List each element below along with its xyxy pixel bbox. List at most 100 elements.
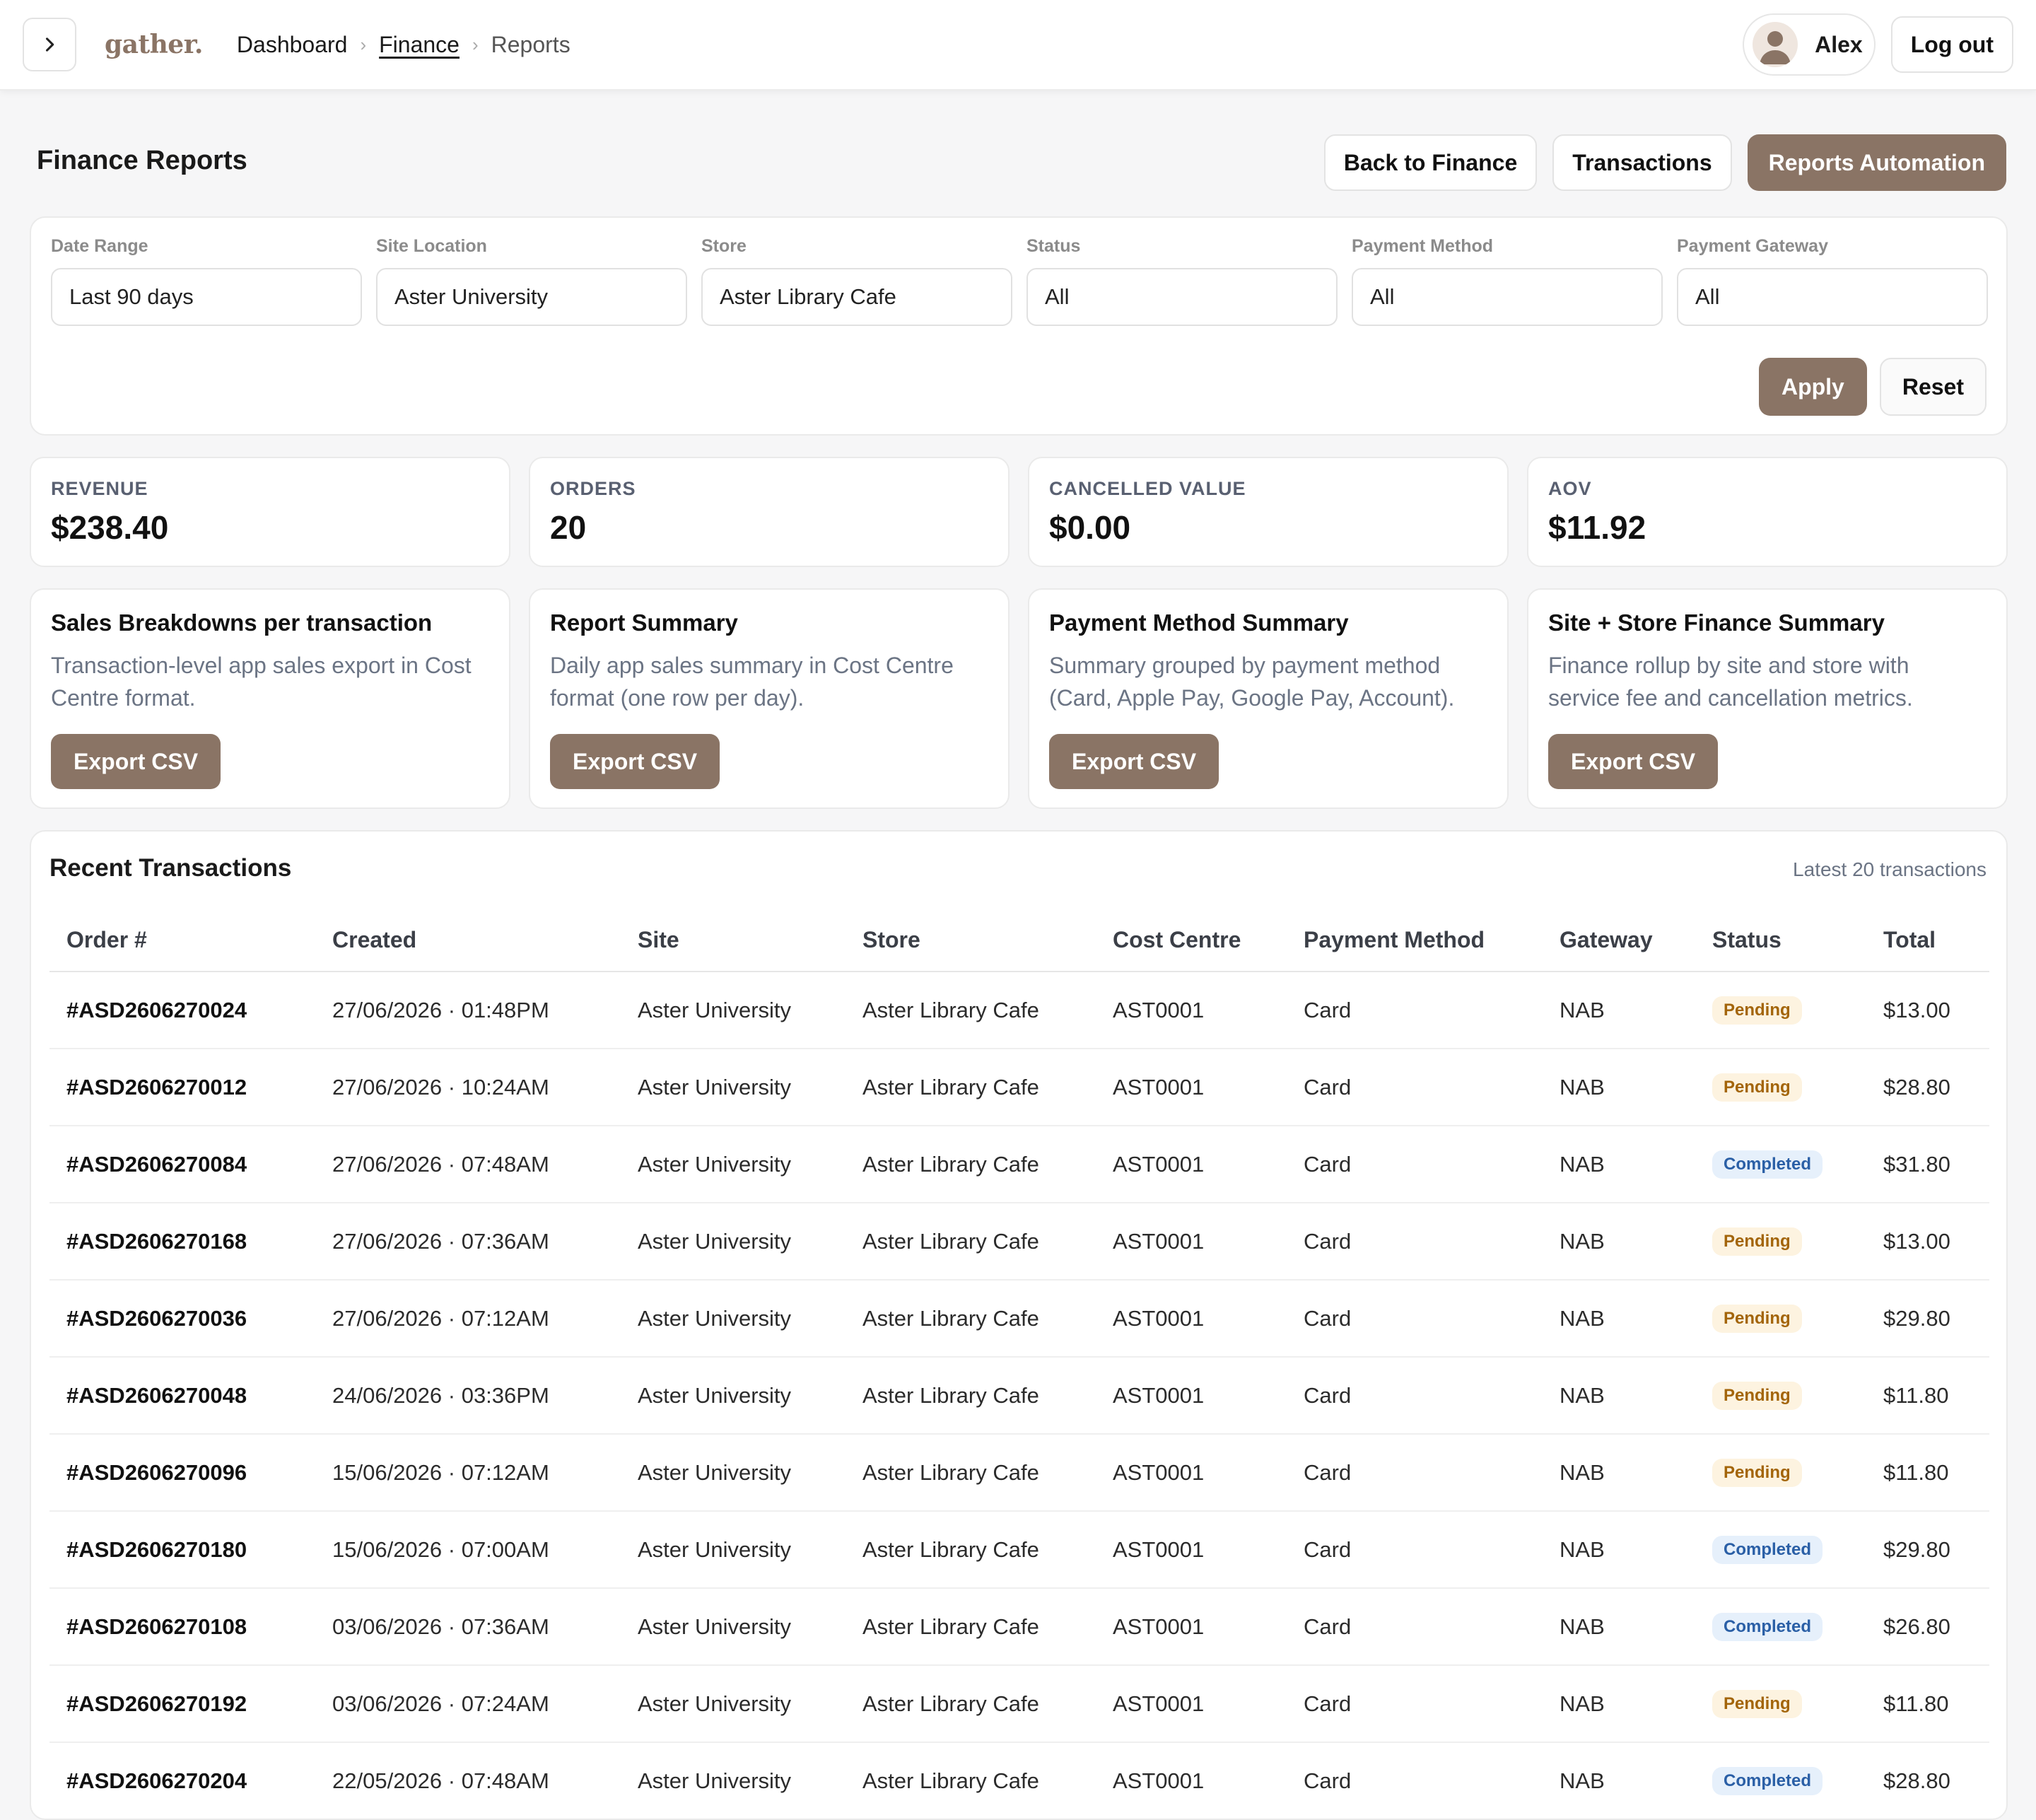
table-row[interactable]: #ASD2606270180 15/06/2026 · 07:00AM Aste… (49, 1511, 1989, 1589)
site-location-select[interactable]: Aster University (376, 268, 687, 326)
payment-method-cell: Card (1287, 1126, 1543, 1203)
back-to-finance-button[interactable]: Back to Finance (1323, 134, 1538, 191)
report-card-site-store-summary: Site + Store Finance Summary Finance rol… (1527, 588, 2008, 809)
export-csv-button[interactable]: Export CSV (51, 734, 221, 789)
status-badge: Pending (1712, 996, 1802, 1025)
payment-method-filter: Payment Method All (1352, 236, 1663, 326)
status-badge: Pending (1712, 1382, 1802, 1410)
breadcrumb-dashboard[interactable]: Dashboard (237, 32, 348, 58)
status-badge: Pending (1712, 1305, 1802, 1333)
store-cell: Aster Library Cafe (846, 1203, 1096, 1281)
order-number[interactable]: #ASD2606270108 (49, 1588, 315, 1666)
table-row[interactable]: #ASD2606270204 22/05/2026 · 07:48AM Aste… (49, 1742, 1989, 1819)
site-cell: Aster University (621, 1511, 846, 1589)
column-header[interactable]: Store (846, 909, 1096, 972)
column-header[interactable]: Cost Centre (1096, 909, 1287, 972)
total-cell: $28.80 (1866, 1742, 1989, 1819)
user-menu[interactable]: Alex (1743, 13, 1876, 76)
export-csv-button[interactable]: Export CSV (1049, 734, 1219, 789)
store-cell: Aster Library Cafe (846, 1280, 1096, 1358)
status-badge: Pending (1712, 1690, 1802, 1718)
column-header[interactable]: Order # (49, 909, 315, 972)
app-logo[interactable]: gather. (105, 30, 203, 59)
order-number[interactable]: #ASD2606270024 (49, 972, 315, 1049)
store-cell: Aster Library Cafe (846, 1126, 1096, 1203)
payment-gateway-select[interactable]: All (1677, 268, 1988, 326)
total-cell: $13.00 (1866, 972, 1989, 1049)
table-row[interactable]: #ASD2606270048 24/06/2026 · 03:36PM Aste… (49, 1357, 1989, 1435)
payment-gateway-label: Payment Gateway (1677, 236, 1828, 256)
order-number[interactable]: #ASD2606270180 (49, 1511, 315, 1589)
order-number[interactable]: #ASD2606270168 (49, 1203, 315, 1281)
table-row[interactable]: #ASD2606270096 15/06/2026 · 07:12AM Aste… (49, 1434, 1989, 1512)
status-label: Status (1026, 236, 1081, 256)
filter-actions: Apply Reset (1758, 358, 1987, 416)
payment-method-cell: Card (1287, 1588, 1543, 1666)
status-badge: Pending (1712, 1459, 1802, 1487)
transactions-button[interactable]: Transactions (1552, 134, 1732, 191)
order-number[interactable]: #ASD2606270036 (49, 1280, 315, 1358)
column-header[interactable]: Created (315, 909, 621, 972)
column-header[interactable]: Status (1695, 909, 1866, 972)
gateway-cell: NAB (1543, 1665, 1695, 1743)
reports-automation-button[interactable]: Reports Automation (1747, 134, 2006, 191)
store-cell: Aster Library Cafe (846, 1742, 1096, 1819)
column-header[interactable]: Total (1866, 909, 1989, 972)
status-cell: Completed (1695, 1588, 1866, 1666)
table-header-row: Order # Created Site Store Cost Centre P… (49, 909, 1989, 972)
cost-centre-cell: AST0001 (1096, 1742, 1287, 1819)
report-title: Site + Store Finance Summary (1548, 609, 1885, 636)
order-number[interactable]: #ASD2606270096 (49, 1434, 315, 1512)
export-csv-button[interactable]: Export CSV (1548, 734, 1719, 789)
status-badge: Completed (1712, 1536, 1823, 1564)
reset-button[interactable]: Reset (1879, 358, 1987, 416)
date-range-select[interactable]: Last 90 days (51, 268, 362, 326)
status-badge: Completed (1712, 1767, 1823, 1795)
kpi-label: ORDERS (550, 478, 636, 499)
gateway-cell: NAB (1543, 1280, 1695, 1358)
total-cell: $29.80 (1866, 1511, 1989, 1589)
store-cell: Aster Library Cafe (846, 1665, 1096, 1743)
created-cell: 03/06/2026 · 07:36AM (315, 1588, 621, 1666)
status-select[interactable]: All (1026, 268, 1338, 326)
store-select[interactable]: Aster Library Cafe (701, 268, 1012, 326)
status-cell: Pending (1695, 972, 1866, 1049)
status-badge: Pending (1712, 1073, 1802, 1102)
created-cell: 22/05/2026 · 07:48AM (315, 1742, 621, 1819)
table-row[interactable]: #ASD2606270084 27/06/2026 · 07:48AM Aste… (49, 1126, 1989, 1203)
order-number[interactable]: #ASD2606270192 (49, 1665, 315, 1743)
created-cell: 15/06/2026 · 07:00AM (315, 1511, 621, 1589)
table-row[interactable]: #ASD2606270108 03/06/2026 · 07:36AM Aste… (49, 1588, 1989, 1666)
report-description: Finance rollup by site and store with se… (1548, 653, 1913, 711)
table-row[interactable]: #ASD2606270036 27/06/2026 · 07:12AM Aste… (49, 1280, 1989, 1358)
report-card-report-summary: Report Summary Daily app sales summary i… (529, 588, 1010, 809)
payment-method-select[interactable]: All (1352, 268, 1663, 326)
total-cell: $26.80 (1866, 1588, 1989, 1666)
table-row[interactable]: #ASD2606270024 27/06/2026 · 01:48PM Aste… (49, 972, 1989, 1049)
total-cell: $11.80 (1866, 1665, 1989, 1743)
table-row[interactable]: #ASD2606270192 03/06/2026 · 07:24AM Aste… (49, 1665, 1989, 1743)
apply-button[interactable]: Apply (1758, 358, 1867, 416)
breadcrumb-finance[interactable]: Finance (379, 32, 460, 58)
table-row[interactable]: #ASD2606270012 27/06/2026 · 10:24AM Aste… (49, 1049, 1989, 1126)
transactions-subtitle: Latest 20 transactions (1793, 858, 1987, 880)
status-cell: Completed (1695, 1742, 1866, 1819)
table-row[interactable]: #ASD2606270168 27/06/2026 · 07:36AM Aste… (49, 1203, 1989, 1281)
sidebar-toggle-button[interactable] (23, 18, 76, 71)
column-header[interactable]: Payment Method (1287, 909, 1543, 972)
order-number[interactable]: #ASD2606270048 (49, 1357, 315, 1435)
order-number[interactable]: #ASD2606270012 (49, 1049, 315, 1126)
order-number[interactable]: #ASD2606270084 (49, 1126, 315, 1203)
site-cell: Aster University (621, 1742, 846, 1819)
total-cell: $31.80 (1866, 1126, 1989, 1203)
page-title: Finance Reports (37, 146, 247, 175)
site-cell: Aster University (621, 1434, 846, 1512)
column-header[interactable]: Site (621, 909, 846, 972)
gateway-cell: NAB (1543, 1203, 1695, 1281)
status-cell: Pending (1695, 1434, 1866, 1512)
user-name: Alex (1815, 31, 1863, 57)
export-csv-button[interactable]: Export CSV (550, 734, 720, 789)
column-header[interactable]: Gateway (1543, 909, 1695, 972)
order-number[interactable]: #ASD2606270204 (49, 1742, 315, 1819)
logout-button[interactable]: Log out (1890, 16, 2013, 73)
